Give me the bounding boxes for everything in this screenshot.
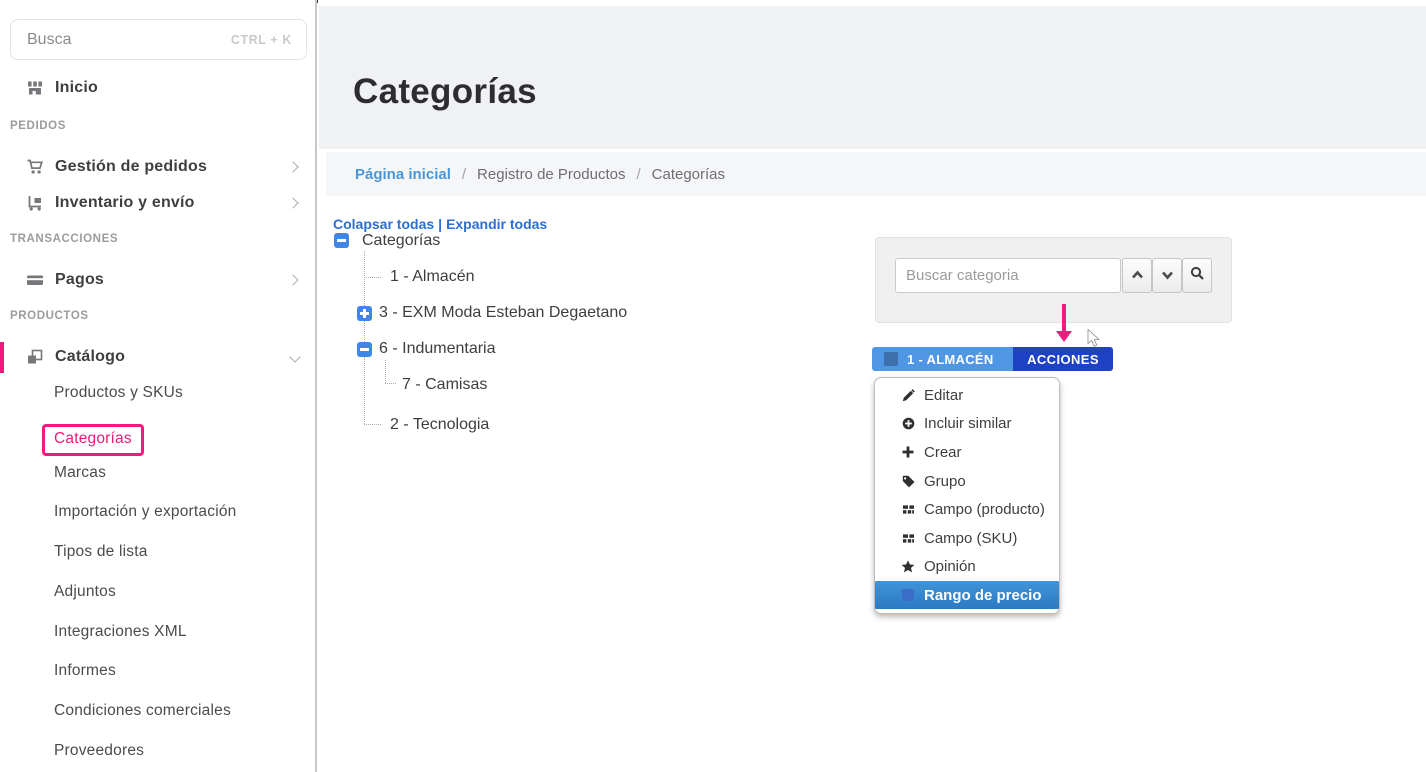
- square-icon: [901, 589, 915, 601]
- search-placeholder: Busca: [27, 31, 71, 49]
- sidebar-item-inicio[interactable]: Inicio: [0, 74, 317, 102]
- menu-item-crear[interactable]: Crear: [875, 438, 1059, 467]
- star-icon: [901, 560, 915, 573]
- credit-card-icon: [26, 271, 44, 289]
- search-shortcut: CTRL + K: [231, 33, 292, 47]
- page-title: Categorías: [353, 72, 537, 112]
- menu-item-rango-de-precio[interactable]: Rango de precio: [875, 581, 1059, 609]
- menu-item-grupo[interactable]: Grupo: [875, 467, 1059, 496]
- actions-dropdown-menu: Editar Incluir similar Crear Grupo Campo…: [874, 377, 1060, 614]
- tree-collapse-icon[interactable]: [357, 342, 372, 357]
- previous-match-button[interactable]: [1122, 258, 1152, 293]
- menu-item-campo-sku[interactable]: Campo (SKU): [875, 524, 1059, 553]
- tree-root-label[interactable]: Categorías: [362, 232, 440, 250]
- sidebar: Busca CTRL + K Inicio PEDIDOS Gestión de…: [0, 0, 317, 772]
- sidebar-section-transacciones: TRANSACCIONES: [10, 233, 118, 245]
- sidebar-item-label: Inventario y envío: [55, 194, 195, 212]
- vtex-admin-screen: Busca CTRL + K Inicio PEDIDOS Gestión de…: [0, 0, 1426, 772]
- sidebar-item-label: Gestión de pedidos: [55, 158, 207, 176]
- annotation-arrow-head: [1056, 331, 1072, 342]
- sidebar-item-adjuntos[interactable]: Adjuntos: [54, 583, 116, 601]
- expand-all-link[interactable]: Expandir todas: [446, 216, 547, 232]
- tree-connector: [364, 424, 381, 425]
- breadcrumb-separator: /: [462, 166, 466, 183]
- cart-icon: [26, 158, 44, 176]
- catalog-icon: [26, 348, 44, 366]
- sidebar-item-informes[interactable]: Informes: [54, 662, 116, 680]
- plus-circle-icon: [901, 417, 915, 430]
- sidebar-item-label: Pagos: [55, 271, 104, 289]
- search-category-button[interactable]: [1182, 258, 1212, 293]
- sidebar-item-proveedores[interactable]: Proveedores: [54, 742, 144, 760]
- chevron-up-icon: [1131, 267, 1144, 285]
- plus-icon: [901, 446, 915, 458]
- sidebar-item-condiciones-comerciales[interactable]: Condiciones comerciales: [54, 702, 231, 720]
- tree-item-camisas[interactable]: 7 - Camisas: [402, 376, 487, 394]
- menu-item-editar[interactable]: Editar: [875, 381, 1059, 410]
- sidebar-item-productos-y-skus[interactable]: Productos y SKUs: [54, 384, 183, 402]
- sidebar-item-inventario-y-envio[interactable]: Inventario y envío: [0, 189, 317, 217]
- sidebar-item-label: Catálogo: [55, 348, 125, 366]
- breadcrumb-separator: /: [636, 166, 640, 183]
- sidebar-item-categorias[interactable]: Categorías: [54, 424, 144, 456]
- selected-category-bar: 1 - ALMACÉN: [872, 347, 1013, 371]
- chevron-right-icon: [287, 197, 298, 208]
- category-search-input[interactable]: [895, 258, 1121, 293]
- category-search-panel: [875, 237, 1232, 323]
- grid-icon: [901, 532, 915, 545]
- sidebar-section-pedidos: PEDIDOS: [10, 120, 66, 132]
- chevron-right-icon: [287, 274, 298, 285]
- chevron-down-icon: [289, 351, 300, 362]
- tree-item-almacen[interactable]: 1 - Almacén: [390, 268, 474, 286]
- annotation-highlight-box: Categorías: [42, 424, 144, 456]
- selected-category-label: 1 - ALMACÉN: [907, 352, 994, 367]
- grid-icon: [901, 503, 915, 516]
- sidebar-item-tipos-de-lista[interactable]: Tipos de lista: [54, 543, 148, 561]
- sidebar-item-gestion-de-pedidos[interactable]: Gestión de pedidos: [0, 153, 317, 181]
- mouse-cursor: [1087, 329, 1101, 353]
- sidebar-section-productos: PRODUCTOS: [10, 310, 89, 322]
- chevron-down-icon: [1161, 267, 1174, 285]
- annotation-arrow-stem: [1062, 304, 1066, 331]
- tree-connector: [364, 277, 381, 278]
- menu-item-campo-producto[interactable]: Campo (producto): [875, 495, 1059, 524]
- store-icon: [26, 79, 44, 97]
- tree-item-exm-moda[interactable]: 3 - EXM Moda Esteban Degaetano: [379, 304, 627, 322]
- search-input[interactable]: Busca CTRL + K: [10, 19, 307, 60]
- tree-item-tecnologia[interactable]: 2 - Tecnologia: [390, 416, 489, 434]
- chevron-right-icon: [287, 161, 298, 172]
- annotation-arrow: [1055, 304, 1072, 342]
- tree-collapse-icon[interactable]: [334, 233, 349, 248]
- sidebar-item-integraciones-xml[interactable]: Integraciones XML: [54, 623, 187, 641]
- next-match-button[interactable]: [1152, 258, 1182, 293]
- link-separator: |: [438, 216, 442, 232]
- pencil-icon: [901, 389, 915, 402]
- sidebar-item-importacion-y-exportacion[interactable]: Importación y exportación: [54, 503, 236, 521]
- tree-links: Colapsar todas|Expandir todas: [333, 216, 547, 232]
- pallet-icon: [26, 194, 44, 212]
- tag-icon: [901, 475, 915, 488]
- sidebar-item-marcas[interactable]: Marcas: [54, 464, 106, 482]
- tree-connector: [385, 360, 386, 383]
- breadcrumb-link-pagina-inicial[interactable]: Página inicial: [355, 166, 451, 183]
- search-icon: [1190, 266, 1205, 286]
- category-color-icon: [884, 352, 898, 366]
- sidebar-item-pagos[interactable]: Pagos: [0, 266, 317, 294]
- breadcrumb-item-registro-de-productos: Registro de Productos: [477, 166, 625, 183]
- sidebar-item-catalogo[interactable]: Catálogo: [0, 343, 317, 371]
- menu-item-opinion[interactable]: Opinión: [875, 553, 1059, 582]
- tree-item-indumentaria[interactable]: 6 - Indumentaria: [379, 340, 496, 358]
- tree-connector: [385, 383, 396, 384]
- breadcrumb-item-categorias: Categorías: [652, 166, 725, 183]
- collapse-all-link[interactable]: Colapsar todas: [333, 216, 434, 232]
- sidebar-item-label: Inicio: [55, 79, 98, 97]
- tree-expand-icon[interactable]: [357, 306, 372, 321]
- breadcrumb: Página inicial / Registro de Productos /…: [326, 152, 1426, 196]
- menu-item-incluir-similar[interactable]: Incluir similar: [875, 410, 1059, 439]
